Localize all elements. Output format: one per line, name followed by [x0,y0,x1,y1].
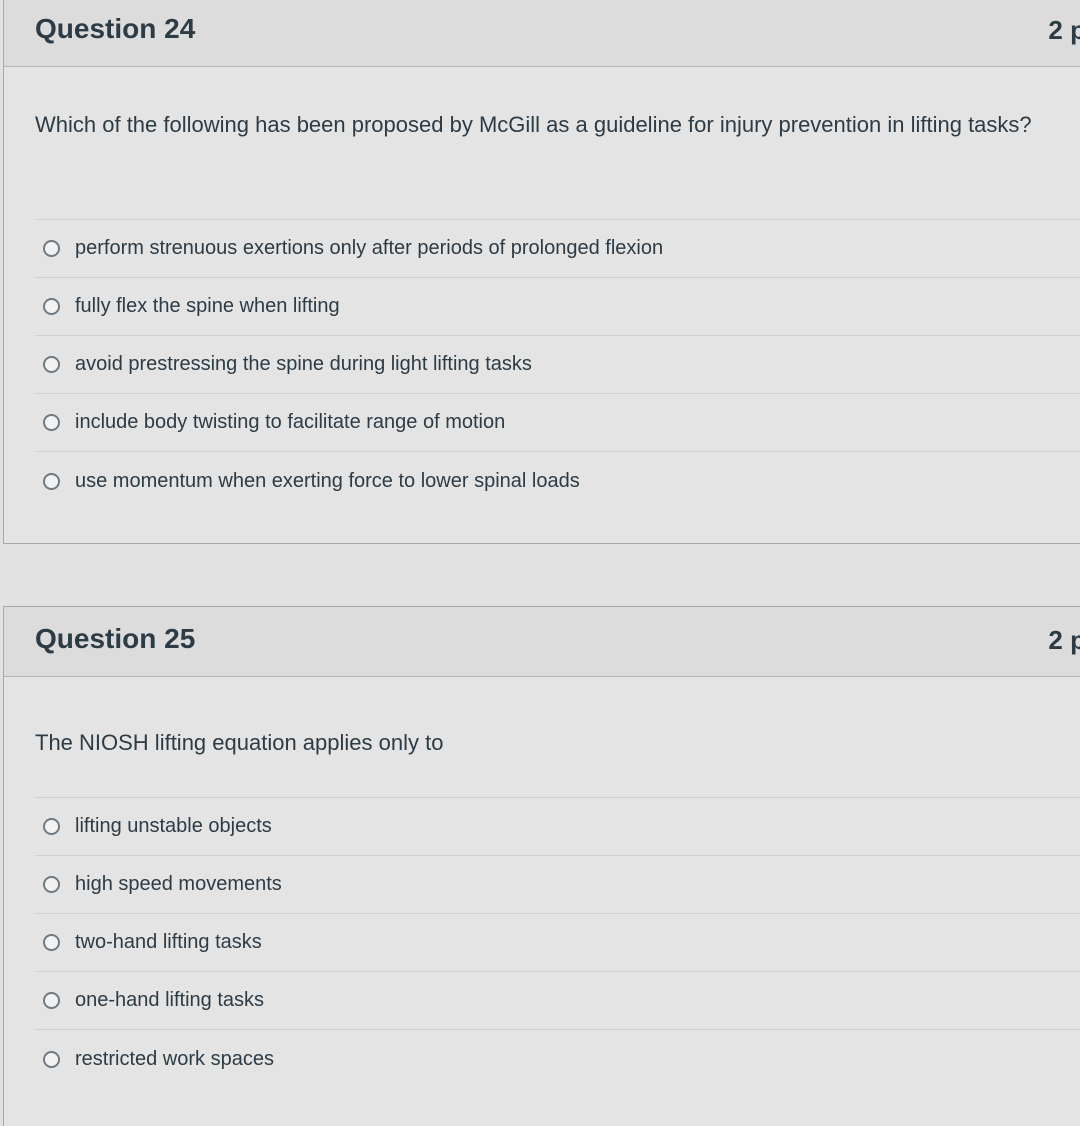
radio-button-icon[interactable] [43,356,60,373]
answer-option[interactable]: one-hand lifting tasks [35,972,1080,1030]
answer-label[interactable]: perform strenuous exertions only after p… [75,237,663,260]
question-header: Question 24 2 p [4,0,1080,67]
answer-label[interactable]: include body twisting to facilitate rang… [75,411,505,434]
question-text: The NIOSH lifting equation applies only … [35,730,444,755]
answer-label[interactable]: fully flex the spine when lifting [75,295,340,318]
question-text: Which of the following has been proposed… [35,112,1032,137]
radio-button-icon[interactable] [43,240,60,257]
question-points: 2 p [1048,15,1080,45]
question-header: Question 25 2 p [4,607,1080,677]
radio-button-icon[interactable] [43,414,60,431]
radio-button-icon[interactable] [43,298,60,315]
question-title: Question 25 [35,623,196,654]
answer-option[interactable]: fully flex the spine when lifting [35,278,1080,336]
radio-button-icon[interactable] [43,1050,60,1068]
radio-button-icon[interactable] [43,472,60,490]
answer-option[interactable]: high speed movements [35,856,1080,914]
answer-option[interactable]: include body twisting to facilitate rang… [35,394,1080,452]
question-25-card: Question 25 2 p The NIOSH lifting equati… [3,606,1080,1126]
radio-button-icon[interactable] [43,934,60,951]
radio-button-icon[interactable] [43,818,60,835]
answer-label[interactable]: two-hand lifting tasks [75,931,262,954]
answer-label[interactable]: high speed movements [75,873,282,896]
answer-list: lifting unstable objects high speed move… [35,797,1080,1088]
question-title: Question 24 [35,13,196,44]
question-points: 2 p [1048,625,1080,655]
radio-button-icon[interactable] [43,876,60,893]
answer-label[interactable]: restricted work spaces [75,1048,274,1071]
answer-label[interactable]: one-hand lifting tasks [75,989,264,1012]
question-24-card: Question 24 2 p Which of the following h… [3,0,1080,544]
answer-label[interactable]: lifting unstable objects [75,815,272,838]
answer-label[interactable]: use momentum when exerting force to lowe… [75,470,580,493]
answer-option[interactable]: avoid prestressing the spine during ligh… [35,336,1080,394]
radio-button-icon[interactable] [43,992,60,1009]
answer-option[interactable]: two-hand lifting tasks [35,914,1080,972]
answer-option[interactable]: lifting unstable objects [35,798,1080,856]
answer-list: perform strenuous exertions only after p… [35,219,1080,510]
answer-option[interactable]: restricted work spaces [35,1030,1080,1088]
answer-option[interactable]: perform strenuous exertions only after p… [35,220,1080,278]
answer-label[interactable]: avoid prestressing the spine during ligh… [75,353,532,376]
answer-option[interactable]: use momentum when exerting force to lowe… [35,452,1080,510]
